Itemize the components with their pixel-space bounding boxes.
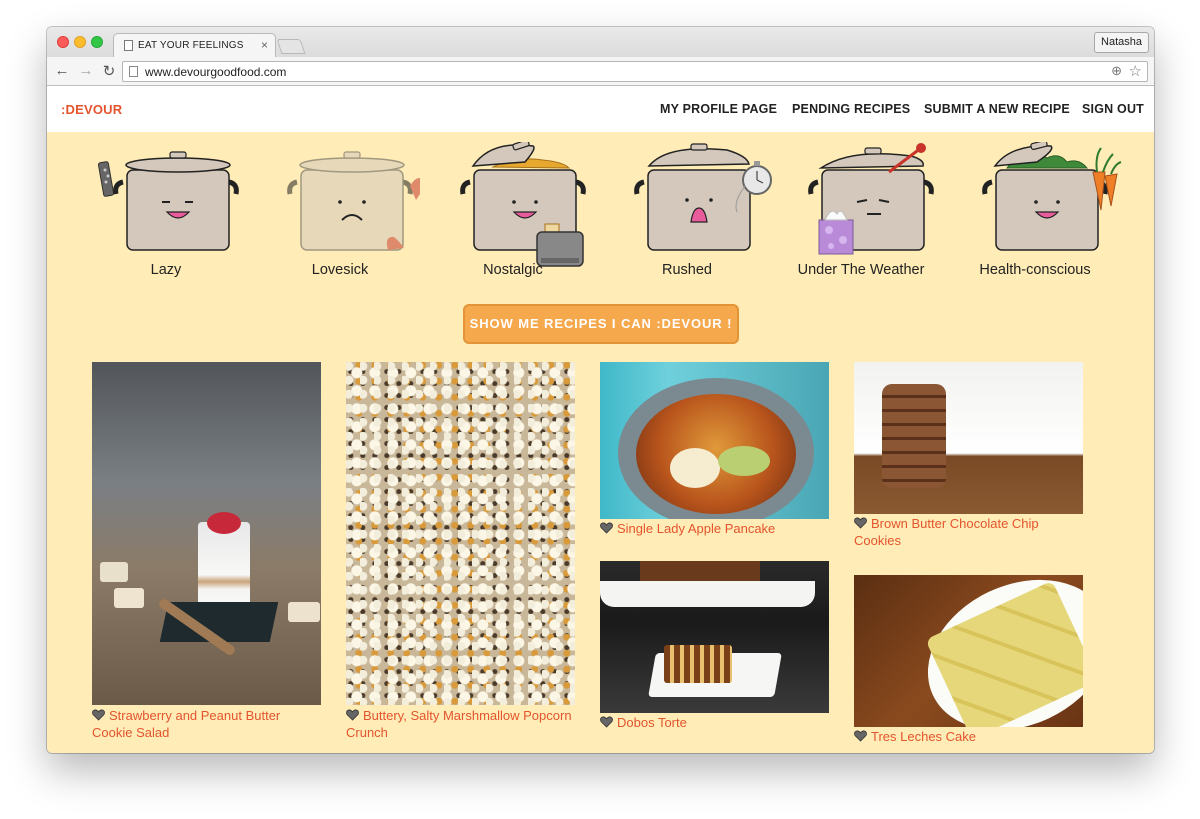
recipe-title[interactable]: Single Lady Apple Pancake <box>600 520 840 537</box>
nav-pending-recipes[interactable]: PENDING RECIPES <box>792 102 910 116</box>
pot-with-toaster-icon <box>460 142 586 267</box>
pot-with-thermometer-icon <box>808 143 934 255</box>
site-logo[interactable]: :DEVOUR <box>61 102 122 117</box>
mood-label: Health-conscious <box>979 262 1091 278</box>
recipe-photo[interactable] <box>346 362 575 705</box>
nav-my-profile[interactable]: MY PROFILE PAGE <box>660 102 777 116</box>
zoom-icon[interactable]: ⊕ <box>1111 63 1122 79</box>
heart-icon[interactable] <box>600 716 613 728</box>
browser-tab[interactable]: EAT YOUR FEELINGS × <box>113 33 276 58</box>
show-recipes-button[interactable]: SHOW ME RECIPES I CAN :DEVOUR ! <box>463 304 739 344</box>
mood-lazy[interactable]: Lazy <box>86 142 246 282</box>
recipe-photo[interactable] <box>854 362 1083 514</box>
site-page: :DEVOUR MY PROFILE PAGE PENDING RECIPES … <box>47 86 1154 753</box>
tab-strip: EAT YOUR FEELINGS × Natasha <box>47 27 1154 58</box>
mood-lovesick[interactable]: Lovesick <box>260 142 420 282</box>
heart-icon[interactable] <box>600 522 613 534</box>
recipe-photo[interactable] <box>92 362 321 705</box>
recipe-title[interactable]: Brown Butter Chocolate Chip Cookies <box>854 515 1094 549</box>
back-arrow-icon[interactable]: ← <box>53 62 71 79</box>
mood-label: Nostalgic <box>483 262 543 278</box>
nav-submit-recipe[interactable]: SUBMIT A NEW RECIPE <box>924 102 1070 116</box>
nav-sign-out[interactable]: SIGN OUT <box>1082 102 1144 116</box>
page-icon <box>129 66 138 77</box>
pot-with-broken-heart-icon <box>287 151 420 251</box>
bookmark-star-icon[interactable]: ☆ <box>1129 62 1142 80</box>
recipe-title[interactable]: Strawberry and Peanut Butter Cookie Salad <box>92 707 332 741</box>
recipe-photo[interactable] <box>854 575 1083 727</box>
mood-label: Lazy <box>150 262 182 278</box>
recipe-photo[interactable] <box>600 561 829 713</box>
tab-title: EAT YOUR FEELINGS <box>138 40 244 51</box>
url-text[interactable]: www.devourgoodfood.com <box>145 65 286 79</box>
recipe-title[interactable]: Dobos Torte <box>600 714 840 731</box>
mood-health-conscious[interactable]: Health-conscious <box>955 142 1122 282</box>
mood-nostalgic[interactable]: Nostalgic <box>433 142 593 282</box>
recipe-title[interactable]: Buttery, Salty Marshmallow Popcorn Crunch <box>346 707 586 741</box>
pot-with-stopwatch-icon <box>634 143 772 251</box>
pot-with-remote-icon <box>97 151 239 251</box>
reload-icon[interactable]: ↻ <box>100 62 118 80</box>
window-maximize-button[interactable] <box>91 36 103 48</box>
mood-under-the-weather[interactable]: Under The Weather <box>781 142 941 282</box>
heart-icon[interactable] <box>854 517 867 529</box>
profile-button[interactable]: Natasha <box>1094 32 1149 53</box>
site-header: :DEVOUR MY PROFILE PAGE PENDING RECIPES … <box>47 86 1154 132</box>
close-tab-icon[interactable]: × <box>261 38 268 52</box>
pot-with-carrots-icon <box>982 142 1122 251</box>
heart-icon[interactable] <box>92 709 105 721</box>
browser-toolbar: ← → ↻ www.devourgoodfood.com ⊕ ☆ <box>47 57 1154 86</box>
heart-icon[interactable] <box>854 730 867 742</box>
recipe-title[interactable]: Tres Leches Cake <box>854 728 1094 745</box>
mood-rushed[interactable]: Rushed <box>607 142 772 282</box>
mood-label: Lovesick <box>311 262 369 278</box>
forward-arrow-icon[interactable]: → <box>77 62 95 79</box>
mood-label: Under The Weather <box>797 262 925 278</box>
window-close-button[interactable] <box>57 36 69 48</box>
new-tab-button[interactable] <box>276 39 306 54</box>
window-minimize-button[interactable] <box>74 36 86 48</box>
recipe-photo[interactable] <box>600 362 829 519</box>
mood-label: Rushed <box>662 262 712 278</box>
address-bar[interactable]: www.devourgoodfood.com ⊕ ☆ <box>122 61 1148 82</box>
heart-icon[interactable] <box>346 709 359 721</box>
page-icon <box>124 40 133 51</box>
browser-window: EAT YOUR FEELINGS × Natasha ← → ↻ www.de… <box>47 27 1154 753</box>
